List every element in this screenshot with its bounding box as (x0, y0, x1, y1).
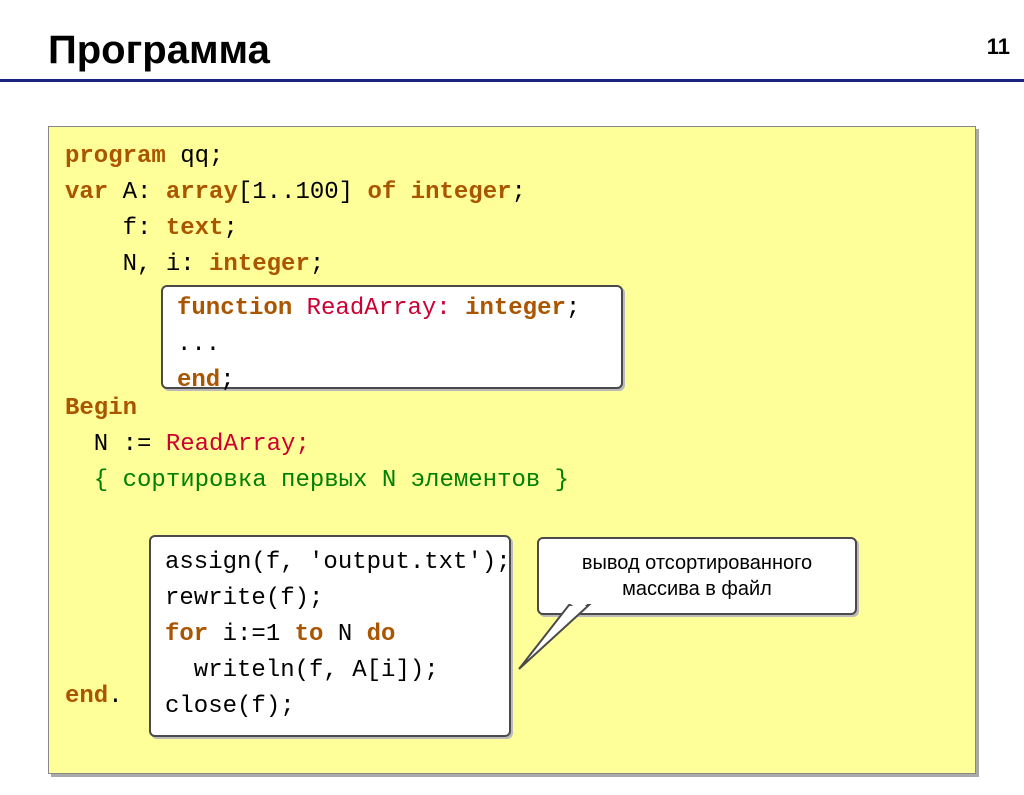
code-text: ; (566, 295, 580, 322)
code-text: assign(f, 'output.txt'); (165, 549, 511, 576)
kw-program: program (65, 143, 180, 170)
kw-end: end (65, 683, 108, 710)
kw-do: do (367, 621, 396, 648)
kw-text: text (166, 215, 224, 242)
callout-tail-icon (511, 601, 607, 675)
kw-to: to (295, 621, 338, 648)
code-text: ; (220, 367, 234, 394)
code-text: ; (512, 179, 526, 206)
kw-var: var (65, 179, 123, 206)
code-text: N, i: (65, 251, 209, 278)
code-text: N (338, 621, 367, 648)
code-text: f: (65, 215, 166, 242)
kw-function: function (177, 295, 307, 322)
kw-integer: integer (465, 295, 566, 322)
code-text: [1..100] (238, 179, 368, 206)
code-comment: { сортировка первых N элементов } (65, 467, 569, 494)
kw-end: end (177, 367, 220, 394)
output-code: assign(f, 'output.txt'); rewrite(f); for… (165, 545, 495, 725)
code-text: writeln(f, A[i]); (165, 657, 439, 684)
fn-name: ReadArray: (307, 295, 465, 322)
output-box: assign(f, 'output.txt'); rewrite(f); for… (149, 535, 511, 737)
function-code: function ReadArray: integer; ... end; (177, 291, 607, 399)
code-text: ; (310, 251, 324, 278)
code-text: qq; (180, 143, 223, 170)
kw-array: array (166, 179, 238, 206)
code-text: A: (123, 179, 166, 206)
code-text: . (108, 683, 122, 710)
code-text: i:=1 (223, 621, 295, 648)
code-text: close(f); (165, 693, 295, 720)
kw-begin: Begin (65, 395, 137, 422)
page-number: 11 (987, 34, 1010, 60)
code-text: ; (223, 215, 237, 242)
code-text: ... (177, 331, 220, 358)
code-box: program qq; var A: array[1..100] of inte… (48, 126, 976, 774)
kw-integer: integer (209, 251, 310, 278)
kw-of-integer: of integer (367, 179, 511, 206)
code-text: N := (65, 431, 166, 458)
kw-for: for (165, 621, 223, 648)
code-text: rewrite(f); (165, 585, 323, 612)
function-box: function ReadArray: integer; ... end; (161, 285, 623, 389)
title-rule (0, 79, 1024, 82)
call-readarray: ReadArray; (166, 431, 310, 458)
callout-text: вывод отсортированного массива в файл (549, 550, 845, 602)
slide-title: Программа (48, 28, 1024, 73)
